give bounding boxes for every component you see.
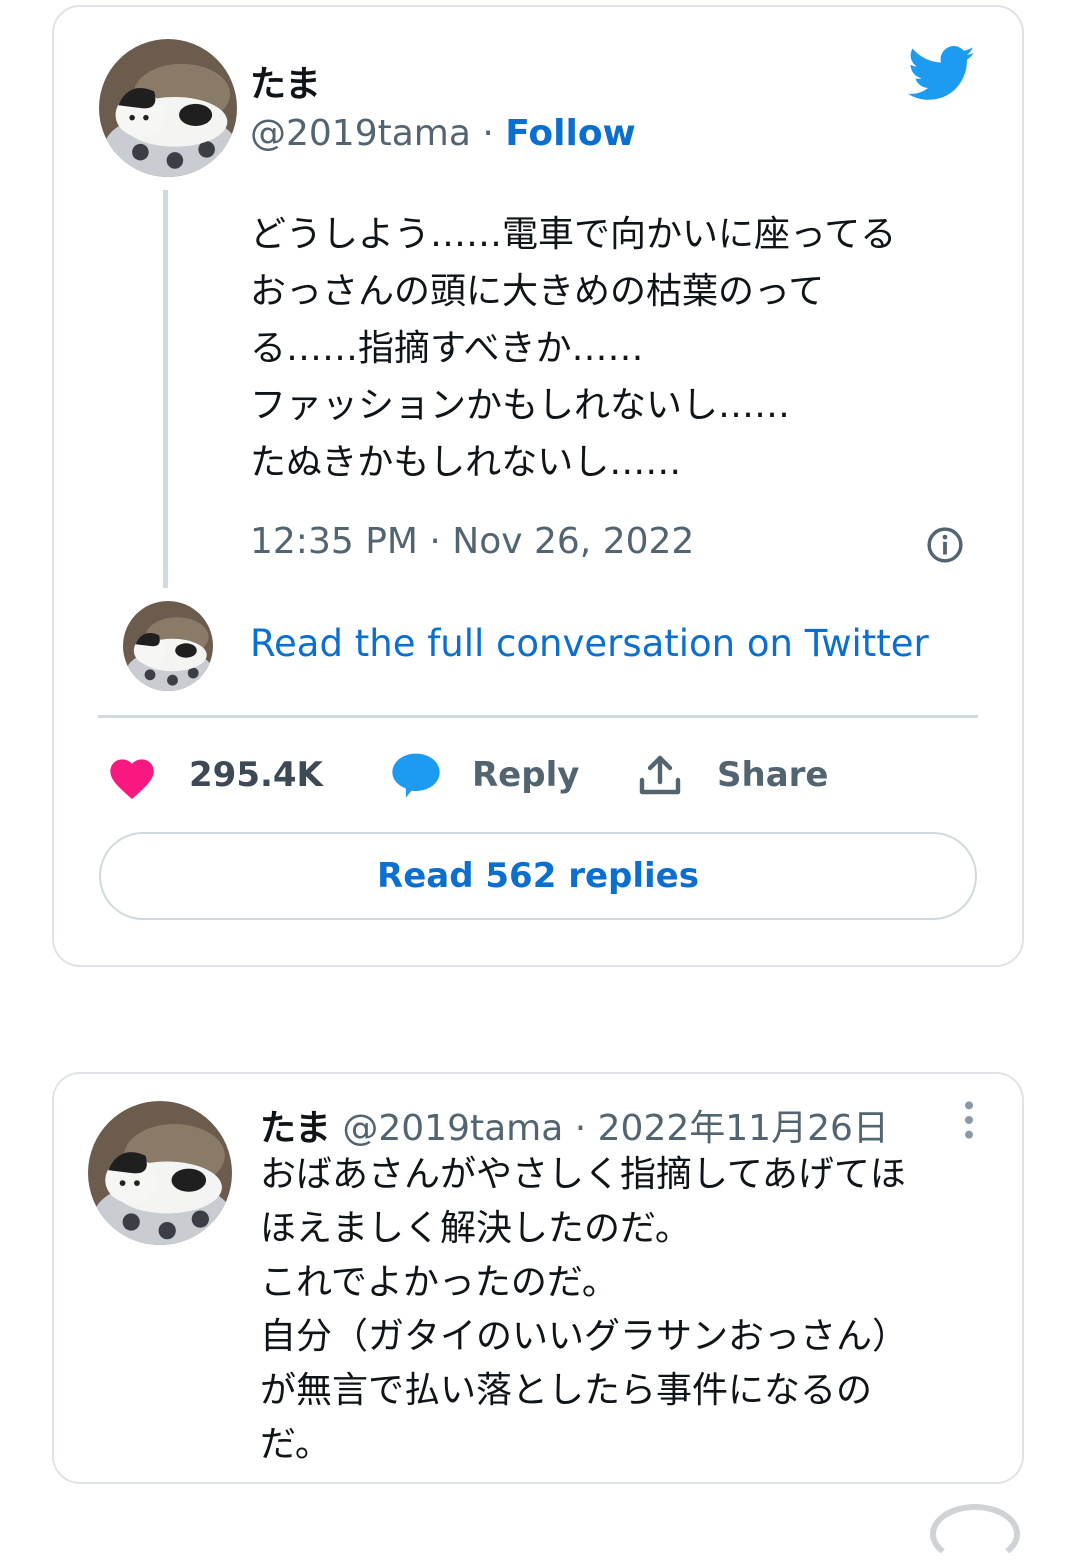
author-handle[interactable]: @2019tama bbox=[250, 113, 471, 154]
reply-author-avatar[interactable] bbox=[88, 1101, 232, 1245]
likes-count[interactable]: 295.4K bbox=[189, 755, 323, 795]
tweet-text: どうしよう……電車で向かいに座ってる おっさんの頭に大きめの枯葉のって る……指… bbox=[250, 214, 897, 483]
info-icon[interactable] bbox=[926, 526, 964, 564]
reply-author-handle[interactable]: @2019tama bbox=[342, 1108, 563, 1149]
read-full-conversation-link[interactable]: Read the full conversation on Twitter bbox=[250, 622, 929, 665]
share-icon[interactable] bbox=[636, 752, 684, 800]
reply-date[interactable]: 2022年11月26日 bbox=[598, 1108, 889, 1149]
author-handle-row: @2019tama · Follow bbox=[250, 113, 636, 154]
partial-avatar-outline bbox=[930, 1504, 1020, 1564]
reply-bubble-icon[interactable] bbox=[389, 750, 443, 800]
tweet-timestamp[interactable]: 12:35 PM · Nov 26, 2022 bbox=[250, 521, 694, 562]
twitter-bird-icon[interactable] bbox=[907, 46, 976, 102]
more-vertical-icon[interactable] bbox=[958, 1100, 980, 1140]
author-avatar[interactable] bbox=[99, 39, 237, 177]
action-divider bbox=[98, 715, 978, 718]
reply-separator: · bbox=[574, 1108, 587, 1149]
author-name[interactable]: たま bbox=[250, 55, 321, 107]
read-replies-button[interactable]: Read 562 replies bbox=[99, 832, 977, 920]
share-button[interactable]: Share bbox=[717, 755, 828, 795]
reply-tweet-text: おばあさんがやさしく指摘してあげてほ ほえましく解決したのだ。 これでよかったの… bbox=[260, 1154, 909, 1465]
thread-connector-line bbox=[163, 190, 168, 588]
handle-separator: · bbox=[482, 113, 494, 154]
conversation-avatar[interactable] bbox=[123, 601, 213, 691]
heart-icon[interactable] bbox=[106, 752, 158, 800]
reply-author-name[interactable]: たま bbox=[260, 1108, 331, 1149]
reply-button[interactable]: Reply bbox=[472, 755, 579, 795]
follow-button[interactable]: Follow bbox=[505, 113, 636, 154]
reply-header: たま @2019tama · 2022年11月26日 bbox=[260, 1099, 889, 1151]
